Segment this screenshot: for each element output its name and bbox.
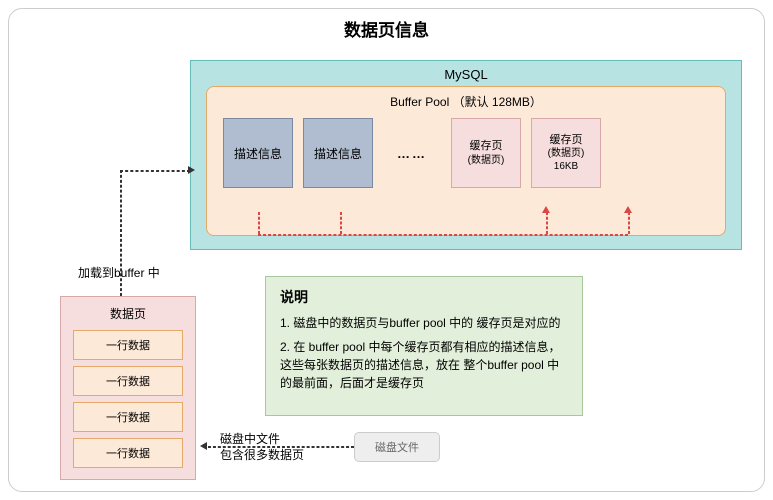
- desc-block-2: 描述信息: [303, 118, 373, 188]
- explanation-p2: 2. 在 buffer pool 中每个缓存页都有相应的描述信息，这些每张数据页…: [280, 338, 568, 392]
- red-connector-v2: [340, 212, 342, 234]
- explanation-title: 说明: [280, 287, 568, 308]
- cache-page-1-line1: 缓存页: [470, 139, 503, 153]
- disk-note: 磁盘中文件 包含很多数据页: [220, 432, 304, 463]
- data-page-box: 数据页 一行数据 一行数据 一行数据 一行数据: [60, 296, 196, 480]
- buffer-pool-box: Buffer Pool （默认 128MB） 描述信息 描述信息 …… 缓存页 …: [206, 86, 726, 236]
- data-page-title: 数据页: [110, 305, 146, 322]
- explanation-box: 说明 1. 磁盘中的数据页与buffer pool 中的 缓存页是对应的 2. …: [265, 276, 583, 416]
- red-arrowhead-1: [542, 206, 550, 213]
- buffer-pool-row: 描述信息 描述信息 …… 缓存页 (数据页) 缓存页 (数据页) 16KB: [207, 118, 725, 188]
- disk-note-line1: 磁盘中文件: [220, 432, 280, 446]
- cache-page-1: 缓存页 (数据页): [451, 118, 521, 188]
- red-connector-v1: [258, 212, 260, 234]
- mysql-container: MySQL Buffer Pool （默认 128MB） 描述信息 描述信息 ……: [190, 60, 742, 250]
- cache-page-1-line2: (数据页): [468, 154, 505, 167]
- cache-page-2: 缓存页 (数据页) 16KB: [531, 118, 601, 188]
- cache-page-2-size: 16KB: [554, 160, 578, 173]
- load-label: 加载到buffer 中: [78, 266, 160, 282]
- ellipsis: ……: [397, 146, 427, 161]
- mysql-label: MySQL: [444, 67, 487, 82]
- explanation-p1: 1. 磁盘中的数据页与buffer pool 中的 缓存页是对应的: [280, 314, 568, 332]
- desc-block-1: 描述信息: [223, 118, 293, 188]
- data-row-3: 一行数据: [73, 402, 183, 432]
- red-connector-h: [258, 234, 628, 236]
- load-arrowhead: [188, 166, 195, 174]
- data-row-2: 一行数据: [73, 366, 183, 396]
- cache-page-2-line1: 缓存页: [550, 133, 583, 147]
- red-arrowhead-2: [624, 206, 632, 213]
- buffer-pool-label: Buffer Pool （默认 128MB）: [390, 93, 542, 110]
- disk-arrowhead: [200, 442, 207, 450]
- red-connector-v4: [628, 212, 630, 234]
- data-row-1: 一行数据: [73, 330, 183, 360]
- load-connector-h: [120, 170, 190, 172]
- red-connector-v3: [546, 212, 548, 234]
- data-row-4: 一行数据: [73, 438, 183, 468]
- disk-file-box: 磁盘文件: [354, 432, 440, 462]
- disk-note-line2: 包含很多数据页: [220, 448, 304, 462]
- cache-page-2-line2: (数据页): [548, 147, 585, 160]
- diagram-title: 数据页信息: [0, 16, 773, 41]
